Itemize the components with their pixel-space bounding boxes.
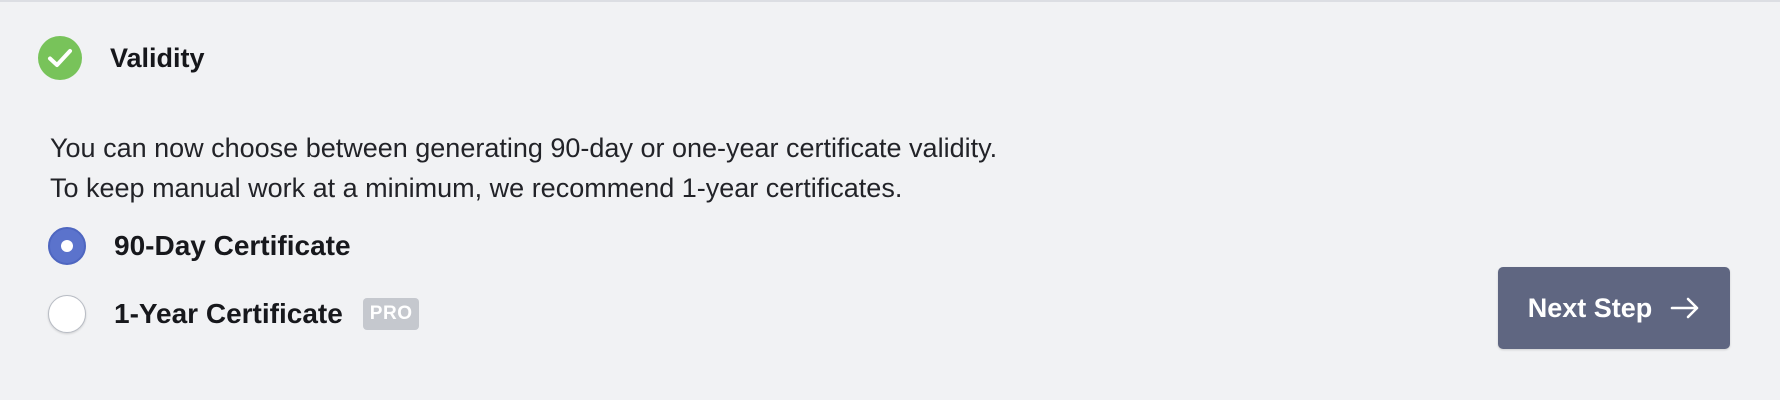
radio-90-day[interactable] <box>48 227 86 265</box>
section-header: Validity <box>38 36 205 80</box>
arrow-right-icon <box>1670 297 1700 319</box>
description: You can now choose between generating 90… <box>50 128 997 208</box>
top-divider <box>0 0 1780 2</box>
option-1-year[interactable]: 1-Year Certificate PRO <box>48 295 420 333</box>
description-line-2: To keep manual work at a minimum, we rec… <box>50 173 903 203</box>
section-title: Validity <box>110 42 205 73</box>
option-1-year-label[interactable]: 1-Year Certificate <box>114 298 343 330</box>
description-line-1: You can now choose between generating 90… <box>50 133 998 163</box>
pro-badge: PRO <box>362 298 420 330</box>
next-step-label: Next Step <box>1527 292 1653 323</box>
check-circle-icon <box>38 36 82 80</box>
next-step-button[interactable]: Next Step <box>1498 267 1730 349</box>
option-90-day[interactable]: 90-Day Certificate <box>48 227 351 265</box>
radio-1-year[interactable] <box>48 295 86 333</box>
radio-selected-dot <box>61 240 73 252</box>
option-90-day-label[interactable]: 90-Day Certificate <box>114 230 351 262</box>
